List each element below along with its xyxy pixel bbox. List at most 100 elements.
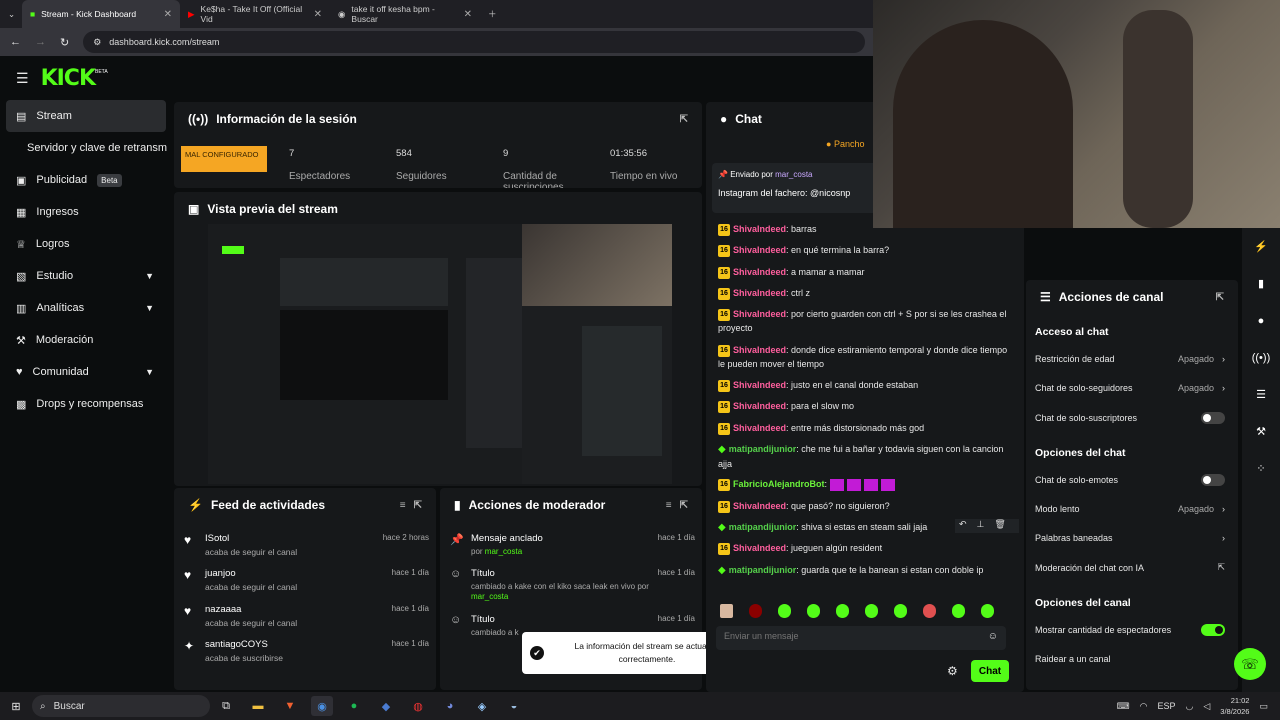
tab-youtube[interactable]: ▶ Ke$ha - Take It Off (Official Vid ✕ [180, 0, 330, 28]
pinned-user[interactable]: mar_costa [775, 170, 812, 179]
filter-icon[interactable]: ≡ [400, 500, 406, 511]
chat-username[interactable]: matipandijunior [729, 444, 797, 454]
new-tab-button[interactable]: ＋ [480, 0, 505, 28]
chat-input[interactable]: ☺ [716, 626, 1006, 650]
keyboard-icon[interactable]: ⌨ [1117, 701, 1130, 712]
emote-icon[interactable] [952, 604, 965, 618]
volume-icon[interactable]: ◁ [1203, 701, 1210, 712]
kick-logo[interactable]: KICK [41, 66, 96, 91]
reload-icon[interactable]: ↻ [60, 36, 69, 49]
reply-icon[interactable]: ↶ [959, 519, 967, 533]
stream-preview-video[interactable] [208, 224, 672, 484]
chat-username[interactable]: ShivaIndeed [733, 543, 786, 553]
wifi-icon[interactable]: ◡ [1186, 701, 1194, 712]
bolt-icon[interactable]: ⚡ [1242, 228, 1280, 265]
expand-icon[interactable]: ⇱ [680, 114, 688, 125]
url-field[interactable]: ⚙ dashboard.kick.com/stream [83, 31, 865, 53]
hamburger-menu-icon[interactable]: ☰ [16, 70, 29, 87]
wrench-icon[interactable]: ⚒ [1242, 413, 1280, 450]
feed-user[interactable]: santiagoCOYS [205, 639, 268, 650]
sidebar-item-community[interactable]: ♥ Comunidad ▼ [0, 356, 172, 388]
send-chat-button[interactable]: Chat [971, 660, 1009, 682]
chat-username[interactable]: ShivaIndeed [733, 245, 786, 255]
sidebar-item-revenue[interactable]: ▦ Ingresos [0, 196, 172, 228]
editor-icon[interactable]: ◈ [471, 696, 493, 716]
chat-settings-icon[interactable]: ⚙ [947, 664, 958, 678]
clock[interactable]: 21:02 3/8/2026 [1220, 695, 1249, 717]
chat-username[interactable]: ShivaIndeed [733, 380, 786, 390]
channel-setting-row[interactable]: Modo lento Apagado › [1035, 504, 1225, 514]
sidebar-item-analytics[interactable]: ▥ Analíticas ▼ [0, 292, 172, 324]
emote-icon[interactable] [923, 604, 936, 618]
emote-icon[interactable] [749, 604, 762, 618]
expand-icon[interactable]: ⇱ [1216, 292, 1224, 303]
config-warning-badge[interactable]: MAL CONFIGURADO [181, 146, 267, 172]
grid-icon[interactable]: ⁘ [1242, 450, 1280, 487]
obs-icon[interactable]: ◍ [407, 696, 429, 716]
toggle-switch[interactable] [1201, 412, 1225, 424]
tab-google[interactable]: ◉ take it off kesha bpm - Buscar ✕ [330, 0, 480, 28]
delete-icon[interactable]: 🗑 [994, 519, 1005, 533]
forward-icon[interactable]: → [35, 36, 46, 48]
emote-icon[interactable] [778, 604, 791, 618]
emote-icon[interactable] [894, 604, 907, 618]
sidebar-item-stream[interactable]: ▤ Stream [6, 100, 166, 132]
chat-username[interactable]: ShivaIndeed [733, 401, 786, 411]
tray-icon[interactable]: ◠ [1140, 701, 1148, 712]
shield-icon[interactable]: ▮ [1242, 265, 1280, 302]
chat-input-field[interactable] [724, 631, 964, 641]
sidebar-item-studio[interactable]: ▧ Estudio ▼ [0, 260, 172, 292]
tab-kick-dashboard[interactable]: ■ Stream - Kick Dashboard ✕ [22, 0, 180, 28]
toggle-switch[interactable] [1201, 474, 1225, 486]
toggle-switch[interactable] [1201, 624, 1225, 636]
list-icon[interactable]: ☰ [1242, 376, 1280, 413]
close-icon[interactable]: ✕ [464, 9, 472, 20]
spotify-icon[interactable]: ● [343, 696, 365, 716]
feed-user[interactable]: juanjoo [205, 568, 236, 579]
taskbar-search[interactable]: ⌕ Buscar [32, 695, 210, 717]
feed-user[interactable]: nazaaaa [205, 604, 241, 615]
chat-username[interactable]: ShivaIndeed [733, 423, 786, 433]
site-info-icon[interactable]: ⚙ [93, 37, 101, 48]
mod-user[interactable]: mar_costa [485, 547, 522, 556]
brave-icon[interactable]: ▼ [279, 696, 301, 716]
sidebar-item-drops[interactable]: ▩ Drops y recompensas [0, 388, 172, 420]
steam-icon[interactable]: ◒ [503, 696, 525, 716]
emote-icon[interactable] [720, 604, 733, 618]
top-chatter[interactable]: ● Pancho [826, 139, 864, 149]
channel-setting-row[interactable]: Chat de solo-emotes [1035, 474, 1225, 486]
chat-username[interactable]: matipandijunior [729, 565, 797, 575]
emote-icon[interactable] [807, 604, 820, 618]
tab-menu-button[interactable]: ⌄ [0, 0, 22, 28]
filter-icon[interactable]: ≡ [666, 500, 672, 511]
channel-setting-row[interactable]: Mostrar cantidad de espectadores [1035, 624, 1225, 636]
emote-icon[interactable] [981, 604, 994, 618]
sidebar-item-achievements[interactable]: ♕ Logros [0, 228, 172, 260]
expand-icon[interactable]: ⇱ [414, 500, 422, 511]
channel-setting-row[interactable]: Chat de solo-seguidores Apagado › [1035, 383, 1225, 393]
pin-message-icon[interactable]: ⊥ [977, 519, 985, 533]
chat-username[interactable]: ShivaIndeed [733, 267, 786, 277]
emote-icon[interactable] [836, 604, 849, 618]
channel-setting-row[interactable]: Chat de solo-suscriptores [1035, 412, 1225, 424]
task-view-icon[interactable]: ⧉ [215, 696, 237, 716]
file-explorer-icon[interactable]: ▬ [247, 696, 269, 716]
app-icon[interactable]: ◆ [375, 696, 397, 716]
broadcast-icon[interactable]: ((•)) [1242, 339, 1280, 376]
mod-user[interactable]: mar_costa [471, 592, 508, 601]
close-icon[interactable]: ✕ [314, 9, 322, 20]
windows-start-icon[interactable]: ⊞ [5, 696, 27, 716]
discord-icon[interactable]: ◕ [439, 696, 461, 716]
back-icon[interactable]: ← [10, 36, 21, 48]
sidebar-item-ads[interactable]: ▣ Publicidad Beta [0, 164, 172, 196]
chrome-icon[interactable]: ◉ [311, 696, 333, 716]
chat-username[interactable]: ShivaIndeed [733, 309, 786, 319]
feed-user[interactable]: ISotol [205, 533, 229, 544]
chat-username[interactable]: matipandijunior [729, 522, 797, 532]
chat-username[interactable]: ShivaIndeed [733, 288, 786, 298]
close-icon[interactable]: ✕ [164, 9, 172, 20]
notifications-icon[interactable]: ▭ [1259, 701, 1268, 712]
channel-setting-row[interactable]: Moderación del chat con IA ⇱ [1035, 562, 1225, 573]
emoji-picker-icon[interactable]: ☺ [988, 631, 998, 642]
chat-username[interactable]: FabricioAlejandroBot [733, 479, 825, 489]
